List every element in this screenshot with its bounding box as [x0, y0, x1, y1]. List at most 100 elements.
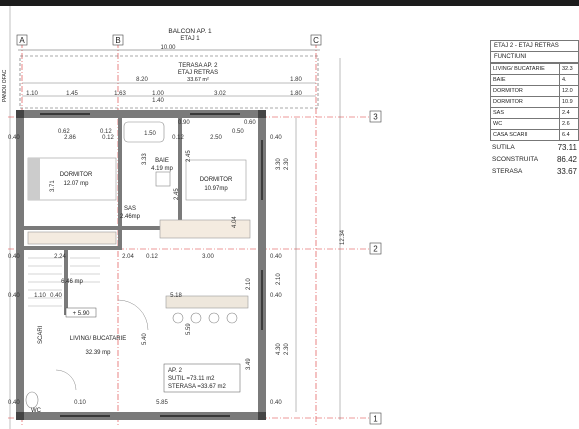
- dim-wu-2: 0.12: [102, 135, 114, 141]
- dim-wu-1: 2.86: [64, 135, 76, 141]
- dim-wm-5: 0.40: [270, 254, 282, 260]
- schedule-row: DORMITOR 10.9: [490, 96, 579, 108]
- room-dormitor-2-area: 10.97mp: [204, 186, 228, 192]
- schedule-row: LIVING/ BUCATARIE 32.3: [490, 63, 579, 75]
- dim-wu-5: 2.50: [210, 135, 222, 141]
- dim-terrace-b: 1.80: [290, 77, 302, 83]
- dim-wu-6: 0.40: [270, 135, 282, 141]
- grid-marker-1: 1: [369, 412, 382, 425]
- dim-wb-0: 0.40: [8, 400, 20, 406]
- schedule-title: ETAJ 2 - ETAJ RETRAS: [490, 40, 579, 51]
- schedule-subtitle: FUNCTIUNI: [490, 51, 579, 63]
- grid-marker-c: C: [310, 34, 322, 46]
- dim-td-2: 1.63: [114, 91, 126, 97]
- dim-total-width: 10.00: [160, 45, 176, 51]
- dim-misc-2: 0.50: [232, 129, 244, 135]
- room-dormitor-2-name: DORMITOR: [200, 177, 233, 183]
- apartment-title: AP. 2: [168, 368, 183, 374]
- room-sas-name: SAS: [124, 206, 136, 212]
- dim-wu-4: 0.12: [172, 135, 184, 141]
- balcony-title: BALCON AP. 1: [168, 28, 212, 35]
- grid-marker-b: B: [112, 34, 124, 46]
- terrace-title: TERASA AP. 2: [179, 63, 219, 69]
- dim-rv-5: 2.30: [284, 343, 290, 355]
- dim-iv-5: 4.04: [232, 216, 238, 228]
- svg-text:3: 3: [373, 113, 378, 122]
- svg-text:1: 1: [373, 415, 378, 424]
- schedule-table: LIVING/ BUCATARIE 32.3 BAIE 4. DORMITOR 12.…: [490, 63, 579, 141]
- room-wc-label: WC: [31, 408, 42, 414]
- svg-text:A: A: [19, 36, 25, 45]
- dim-wl-2: 0.40: [50, 293, 62, 299]
- svg-text:2: 2: [373, 245, 378, 254]
- dim-wb-1: 0.10: [74, 400, 86, 406]
- apartment-s-terasa: STERASA =33.67 m2: [168, 384, 227, 390]
- terrace-subtitle: ETAJ RETRAS: [178, 70, 218, 76]
- dim-misc-0: 0.62: [58, 129, 70, 135]
- grid-marker-a: A: [16, 34, 28, 46]
- dim-terrace-sub: 1.40: [152, 98, 164, 104]
- dim-iv-3: 2.45: [174, 188, 180, 200]
- room-baie-area: 4.19 mp: [151, 166, 173, 172]
- schedule-row: BAIE 4.: [490, 74, 579, 86]
- room-sas-area: 2.46mp: [120, 214, 141, 220]
- dim-wm-1: 2.24: [54, 254, 66, 260]
- dim-wl-0: 0.40: [8, 293, 20, 299]
- room-dormitor-1-name: DORMITOR: [60, 172, 93, 178]
- dim-iv-1: 5.59: [186, 323, 192, 335]
- schedule-total-construita: SCONSTRUITA 86.42: [492, 154, 577, 164]
- grid-marker-2: 2: [369, 242, 382, 255]
- dim-rv-1: 2.30: [284, 158, 290, 170]
- dim-td-5: 1.80: [290, 91, 302, 97]
- dim-wm-0: 0.40: [8, 254, 20, 260]
- schedule-row: WC 2.6: [490, 118, 579, 130]
- terrace-area: 33.67 m²: [187, 77, 209, 83]
- dim-td-4: 3.02: [214, 91, 226, 97]
- dim-terrace-a: 8.20: [136, 77, 148, 83]
- dim-wl-4: 0.40: [270, 293, 282, 299]
- dim-wu-3: 1.50: [144, 131, 156, 137]
- dim-iv-4: 3.33: [142, 153, 148, 165]
- dim-iv-0: 5.40: [142, 333, 148, 345]
- dim-rv-0: 3.30: [276, 158, 282, 170]
- terrace-outline: [19, 55, 319, 109]
- panou-label: PANOU OFAC: [2, 69, 8, 102]
- dim-misc-4: 0.60: [244, 120, 256, 126]
- dim-td-0: 1.10: [26, 91, 38, 97]
- schedule-total-terasa: STERASA 33.67: [492, 166, 577, 176]
- schedule-row: DORMITOR 12.0: [490, 85, 579, 97]
- schedule-row: SAS 2.4: [490, 107, 579, 119]
- grid-marker-3: 3: [369, 110, 382, 123]
- dim-rv-2: 2.10: [276, 273, 282, 285]
- dim-wm-2: 2.04: [122, 254, 134, 260]
- dim-wb-2: 5.85: [156, 400, 168, 406]
- svg-text:C: C: [313, 36, 319, 45]
- room-stairs-area: 6.46 mp: [61, 279, 83, 285]
- room-baie-name: BAIE: [155, 158, 169, 164]
- dim-misc-3: 0.90: [178, 120, 190, 126]
- dim-td-3: 1.00: [152, 91, 164, 97]
- dim-total-height: 12.34: [340, 229, 346, 245]
- dim-wl-1: 1.10: [34, 293, 46, 299]
- dim-rv-3: 4.30: [276, 343, 282, 355]
- room-living-area: 32.39 mp: [85, 350, 111, 356]
- apartment-s-util: SUTIL =73.11 m2: [168, 376, 215, 382]
- dim-iv-6: 3.71: [50, 180, 56, 192]
- level-mark: + 5.90: [73, 311, 91, 317]
- dim-iv-7: 2.10: [246, 278, 252, 290]
- dim-wm-3: 0.12: [146, 254, 158, 260]
- balcony-subtitle: ETAJ 1: [180, 36, 200, 42]
- area-schedule: ETAJ 2 - ETAJ RETRAS FUNCTIUNI LIVING/ B…: [490, 40, 579, 177]
- dim-td-1: 1.45: [66, 91, 78, 97]
- room-scari-label: SCARI: [38, 325, 44, 344]
- dim-wm-4: 3.00: [202, 254, 214, 260]
- room-living-name: LIVING/ BUCATARIE: [70, 336, 126, 342]
- dim-wb-3: 0.40: [270, 400, 282, 406]
- svg-text:B: B: [115, 36, 120, 45]
- dim-wu-0: 0.40: [8, 135, 20, 141]
- dim-rv-4: 3.49: [246, 358, 252, 370]
- room-dormitor-1-area: 12.07 mp: [63, 181, 89, 187]
- schedule-total-util: SUTILA 73.11: [492, 142, 577, 152]
- dim-wl-3: 5.18: [170, 293, 182, 299]
- dim-iv-2: 2.45: [186, 150, 192, 162]
